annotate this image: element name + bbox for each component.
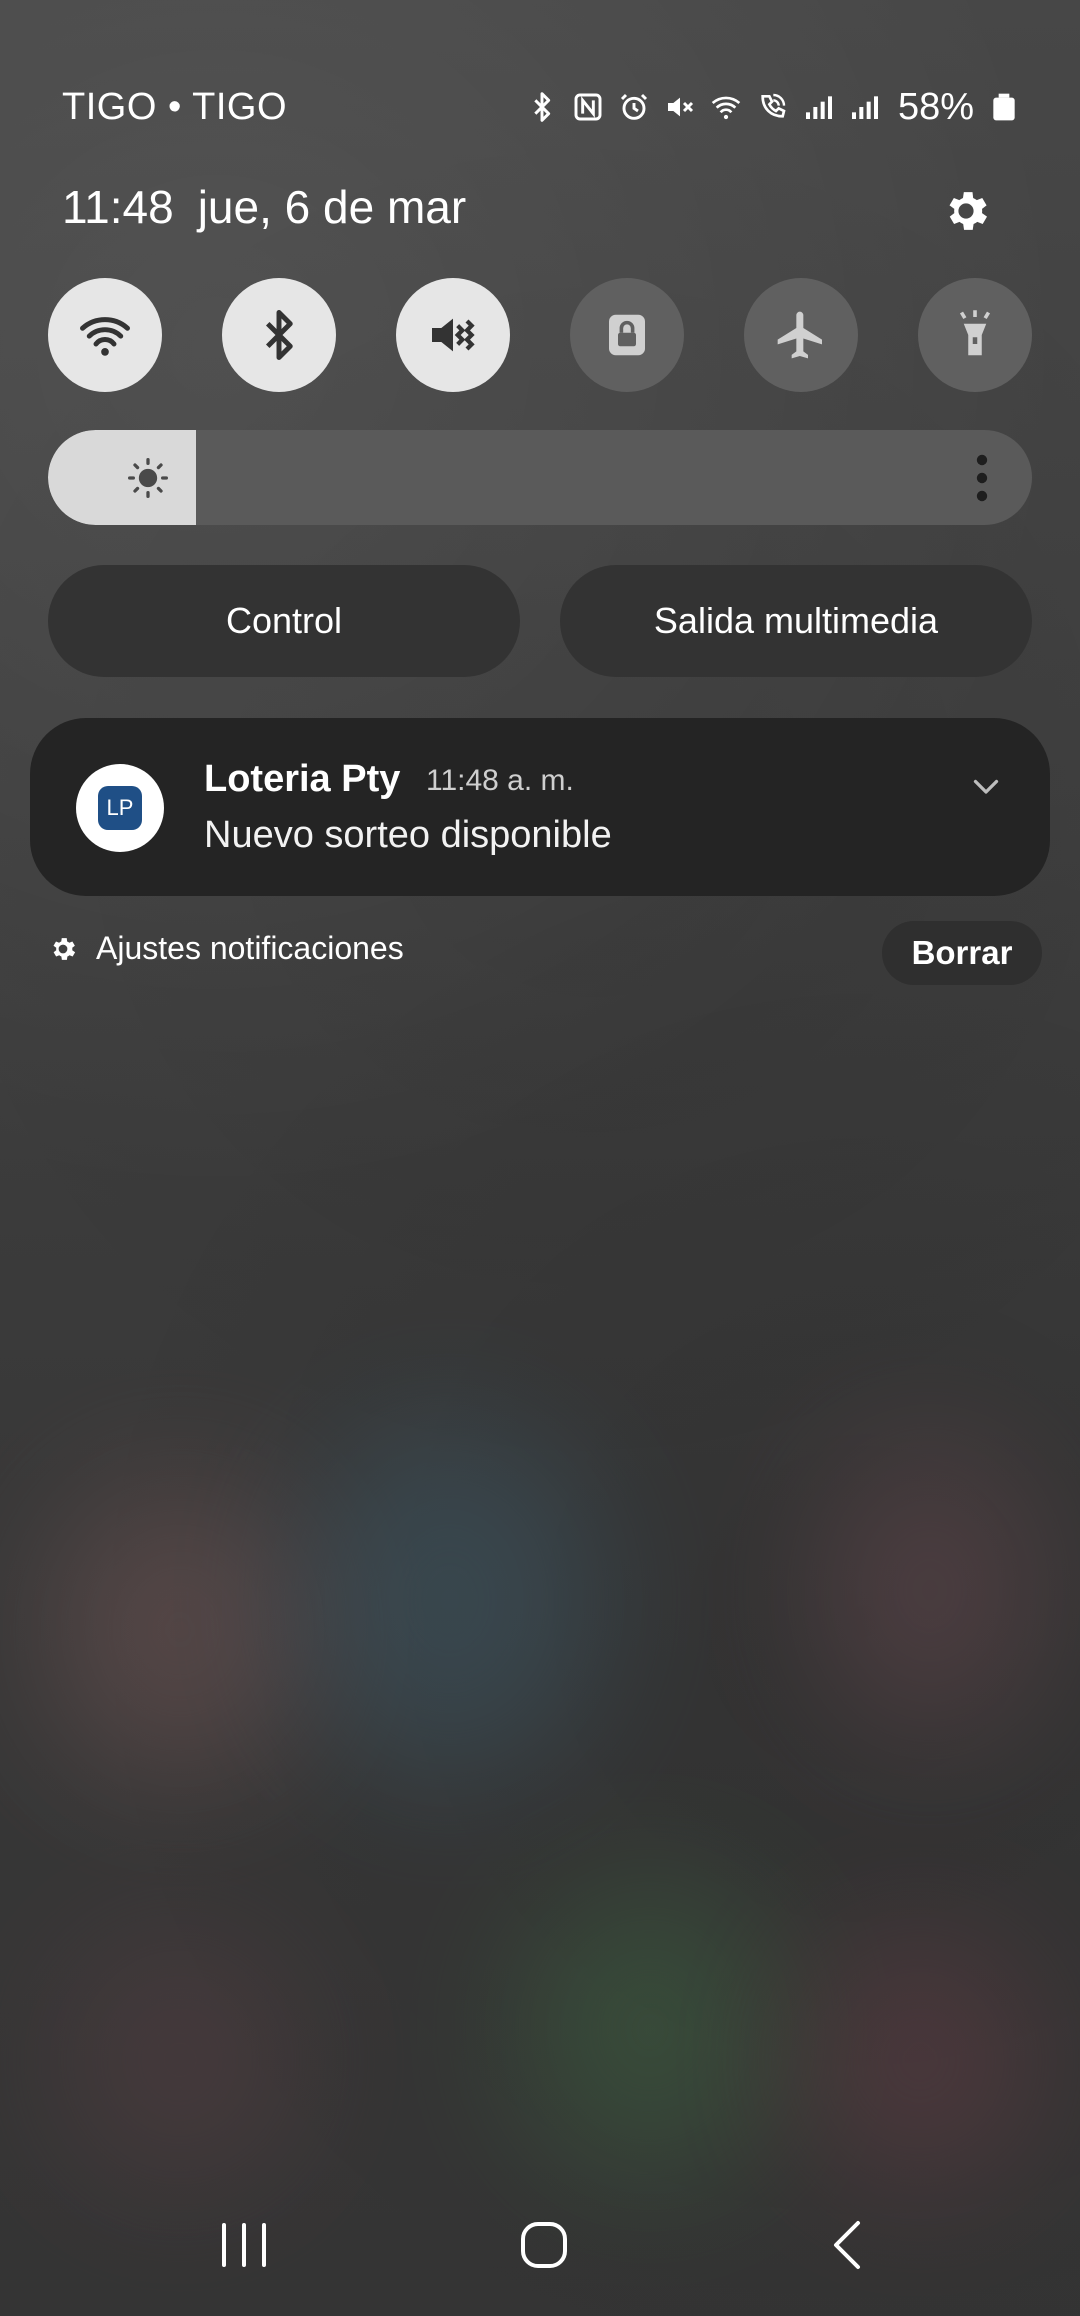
mute-icon bbox=[667, 97, 693, 117]
status-bar: TIGO • TIGO 58% bbox=[62, 82, 1020, 132]
flashlight-icon bbox=[959, 310, 991, 356]
notification-settings-link[interactable]: Ajustes notificaciones bbox=[48, 930, 404, 967]
clear-label: Borrar bbox=[911, 934, 1013, 971]
app-logo: LP bbox=[98, 786, 142, 830]
notification-app-name: Loteria Pty bbox=[204, 758, 401, 800]
brightness-sun-icon bbox=[128, 458, 168, 498]
lock-icon bbox=[609, 314, 645, 356]
media-output-label: Salida multimedia bbox=[653, 600, 939, 641]
settings-gear-icon[interactable] bbox=[940, 185, 992, 237]
date-label: jue, 6 de mar bbox=[197, 181, 467, 233]
wifi-calling-icon bbox=[761, 93, 786, 118]
notification-body: Nuevo sorteo disponible bbox=[204, 814, 612, 856]
quick-settings-row bbox=[48, 278, 1032, 392]
wifi-toggle[interactable] bbox=[48, 278, 162, 392]
airplane-icon bbox=[777, 311, 822, 359]
navigation-bar bbox=[0, 2200, 1080, 2290]
notification-settings-label: Ajustes notificaciones bbox=[96, 930, 404, 966]
brightness-level-fill bbox=[48, 430, 196, 525]
signal-icon bbox=[805, 96, 832, 119]
clear-notifications-button[interactable]: Borrar bbox=[882, 921, 1042, 985]
back-icon[interactable] bbox=[820, 2215, 880, 2275]
more-options-icon[interactable] bbox=[976, 454, 988, 502]
signal-icon bbox=[851, 96, 878, 119]
airplane-mode-toggle[interactable] bbox=[744, 278, 858, 392]
home-icon[interactable] bbox=[514, 2215, 574, 2275]
nfc-icon bbox=[574, 93, 602, 121]
gear-icon bbox=[53, 937, 76, 960]
app-icon: LP bbox=[76, 764, 164, 852]
recents-icon[interactable] bbox=[214, 2215, 274, 2275]
flashlight-toggle[interactable] bbox=[918, 278, 1032, 392]
status-icons: 58% bbox=[526, 86, 1020, 129]
bluetooth-toggle[interactable] bbox=[222, 278, 336, 392]
media-output-button[interactable]: Salida multimedia bbox=[560, 565, 1032, 677]
brightness-slider[interactable] bbox=[48, 430, 1032, 525]
bluetooth-icon bbox=[265, 310, 293, 360]
battery-percent: 58% bbox=[897, 85, 974, 128]
notification-time: 11:48 a. m. bbox=[426, 764, 574, 797]
wifi-icon bbox=[80, 317, 130, 356]
sound-mode-toggle[interactable] bbox=[396, 278, 510, 392]
chevron-down-icon[interactable] bbox=[968, 768, 1004, 804]
clock-time: 11:48 bbox=[62, 181, 174, 233]
bluetooth-icon bbox=[534, 92, 551, 122]
device-control-label: Control bbox=[225, 600, 343, 641]
alarm-icon bbox=[620, 93, 647, 120]
datetime-header: 11:48 jue, 6 de mar bbox=[62, 180, 466, 234]
carrier-label: TIGO • TIGO bbox=[62, 85, 288, 128]
battery-icon bbox=[993, 93, 1015, 121]
screen-lock-toggle[interactable] bbox=[570, 278, 684, 392]
notification-card[interactable]: LP Loteria Pty 11:48 a. m. Nuevo sorteo … bbox=[30, 718, 1050, 896]
vibrate-icon bbox=[432, 318, 475, 352]
device-control-button[interactable]: Control bbox=[48, 565, 520, 677]
wifi-icon bbox=[711, 96, 741, 120]
